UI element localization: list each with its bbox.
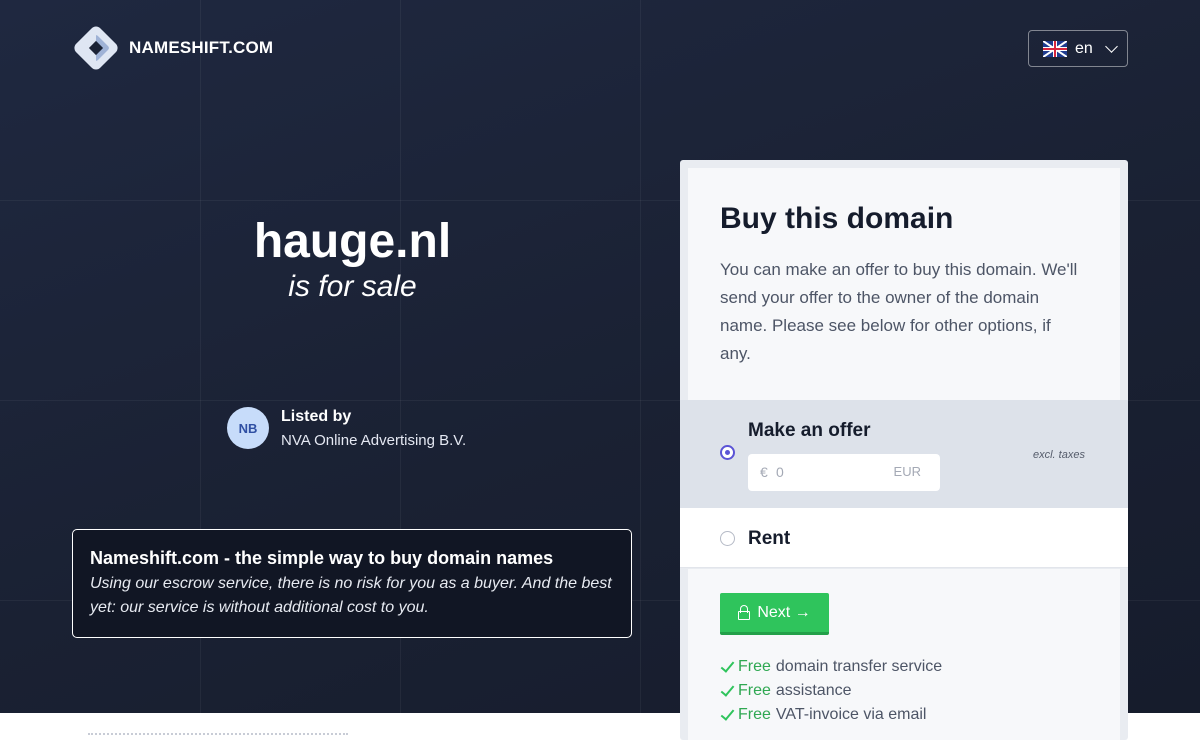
check-icon [720, 705, 735, 721]
list-item: Free domain transfer service [720, 655, 942, 679]
seller-name: NVA Online Advertising B.V. [281, 432, 467, 449]
lock-icon [738, 605, 751, 620]
free-label: Free [738, 682, 771, 699]
next-button-label: Next → [757, 603, 811, 621]
brand-logo[interactable]: NAMESHIFT.COM [71, 23, 274, 73]
avatar: NB [227, 407, 269, 449]
feature-text: assistance [775, 682, 852, 699]
currency-unit: EUR [893, 464, 921, 479]
offer-amount-input[interactable]: € 0 EUR [748, 454, 940, 491]
offer-radio[interactable] [720, 445, 735, 460]
list-item: Free assistance [720, 679, 942, 703]
promo-title: Nameshift.com - the simple way to buy do… [90, 548, 554, 568]
for-sale-tagline: is for sale [288, 270, 417, 303]
footer-text-fragment [88, 733, 348, 739]
excl-taxes-note: excl. taxes [1033, 449, 1085, 461]
promo-box: Nameshift.com - the simple way to buy do… [72, 529, 632, 638]
check-icon [720, 657, 735, 673]
free-label: Free [738, 706, 771, 723]
feature-text: domain transfer service [775, 658, 943, 675]
feature-text: VAT-invoice via email [775, 706, 927, 723]
promo-text: Using our escrow service, there is no ri… [90, 575, 612, 616]
currency-symbol: € [760, 464, 768, 480]
language-code: en [1075, 39, 1093, 57]
seller-info: NB Listed by NVA Online Advertising B.V. [227, 407, 466, 449]
rent-radio[interactable] [720, 531, 735, 546]
free-label: Free [738, 658, 771, 675]
logo-icon [71, 23, 121, 73]
buy-domain-card: Buy this domain You can make an offer to… [680, 160, 1128, 740]
domain-name: hauge.nl [253, 215, 452, 268]
rent-label: Rent [748, 528, 791, 549]
uk-flag-icon [1043, 40, 1067, 57]
card-title: Buy this domain [720, 202, 954, 235]
feature-list: Free domain transfer service Free assist… [720, 655, 942, 727]
option-rent[interactable]: Rent [680, 508, 1128, 568]
card-footer: Next → Free domain transfer service Free… [688, 569, 1120, 740]
listed-by-label: Listed by [281, 408, 352, 425]
card-description: You can make an offer to buy this domain… [720, 260, 1078, 363]
offer-label: Make an offer [748, 420, 871, 441]
language-selector[interactable]: en [1028, 30, 1128, 67]
check-icon [720, 681, 735, 697]
chevron-down-icon [1104, 39, 1118, 53]
brand-name: NAMESHIFT.COM [129, 38, 274, 57]
option-make-offer[interactable]: Make an offer excl. taxes € 0 EUR [680, 400, 1128, 508]
next-button[interactable]: Next → [720, 593, 829, 635]
list-item: Free VAT-invoice via email [720, 703, 942, 727]
grid-line [640, 0, 641, 713]
offer-placeholder: 0 [776, 464, 784, 480]
